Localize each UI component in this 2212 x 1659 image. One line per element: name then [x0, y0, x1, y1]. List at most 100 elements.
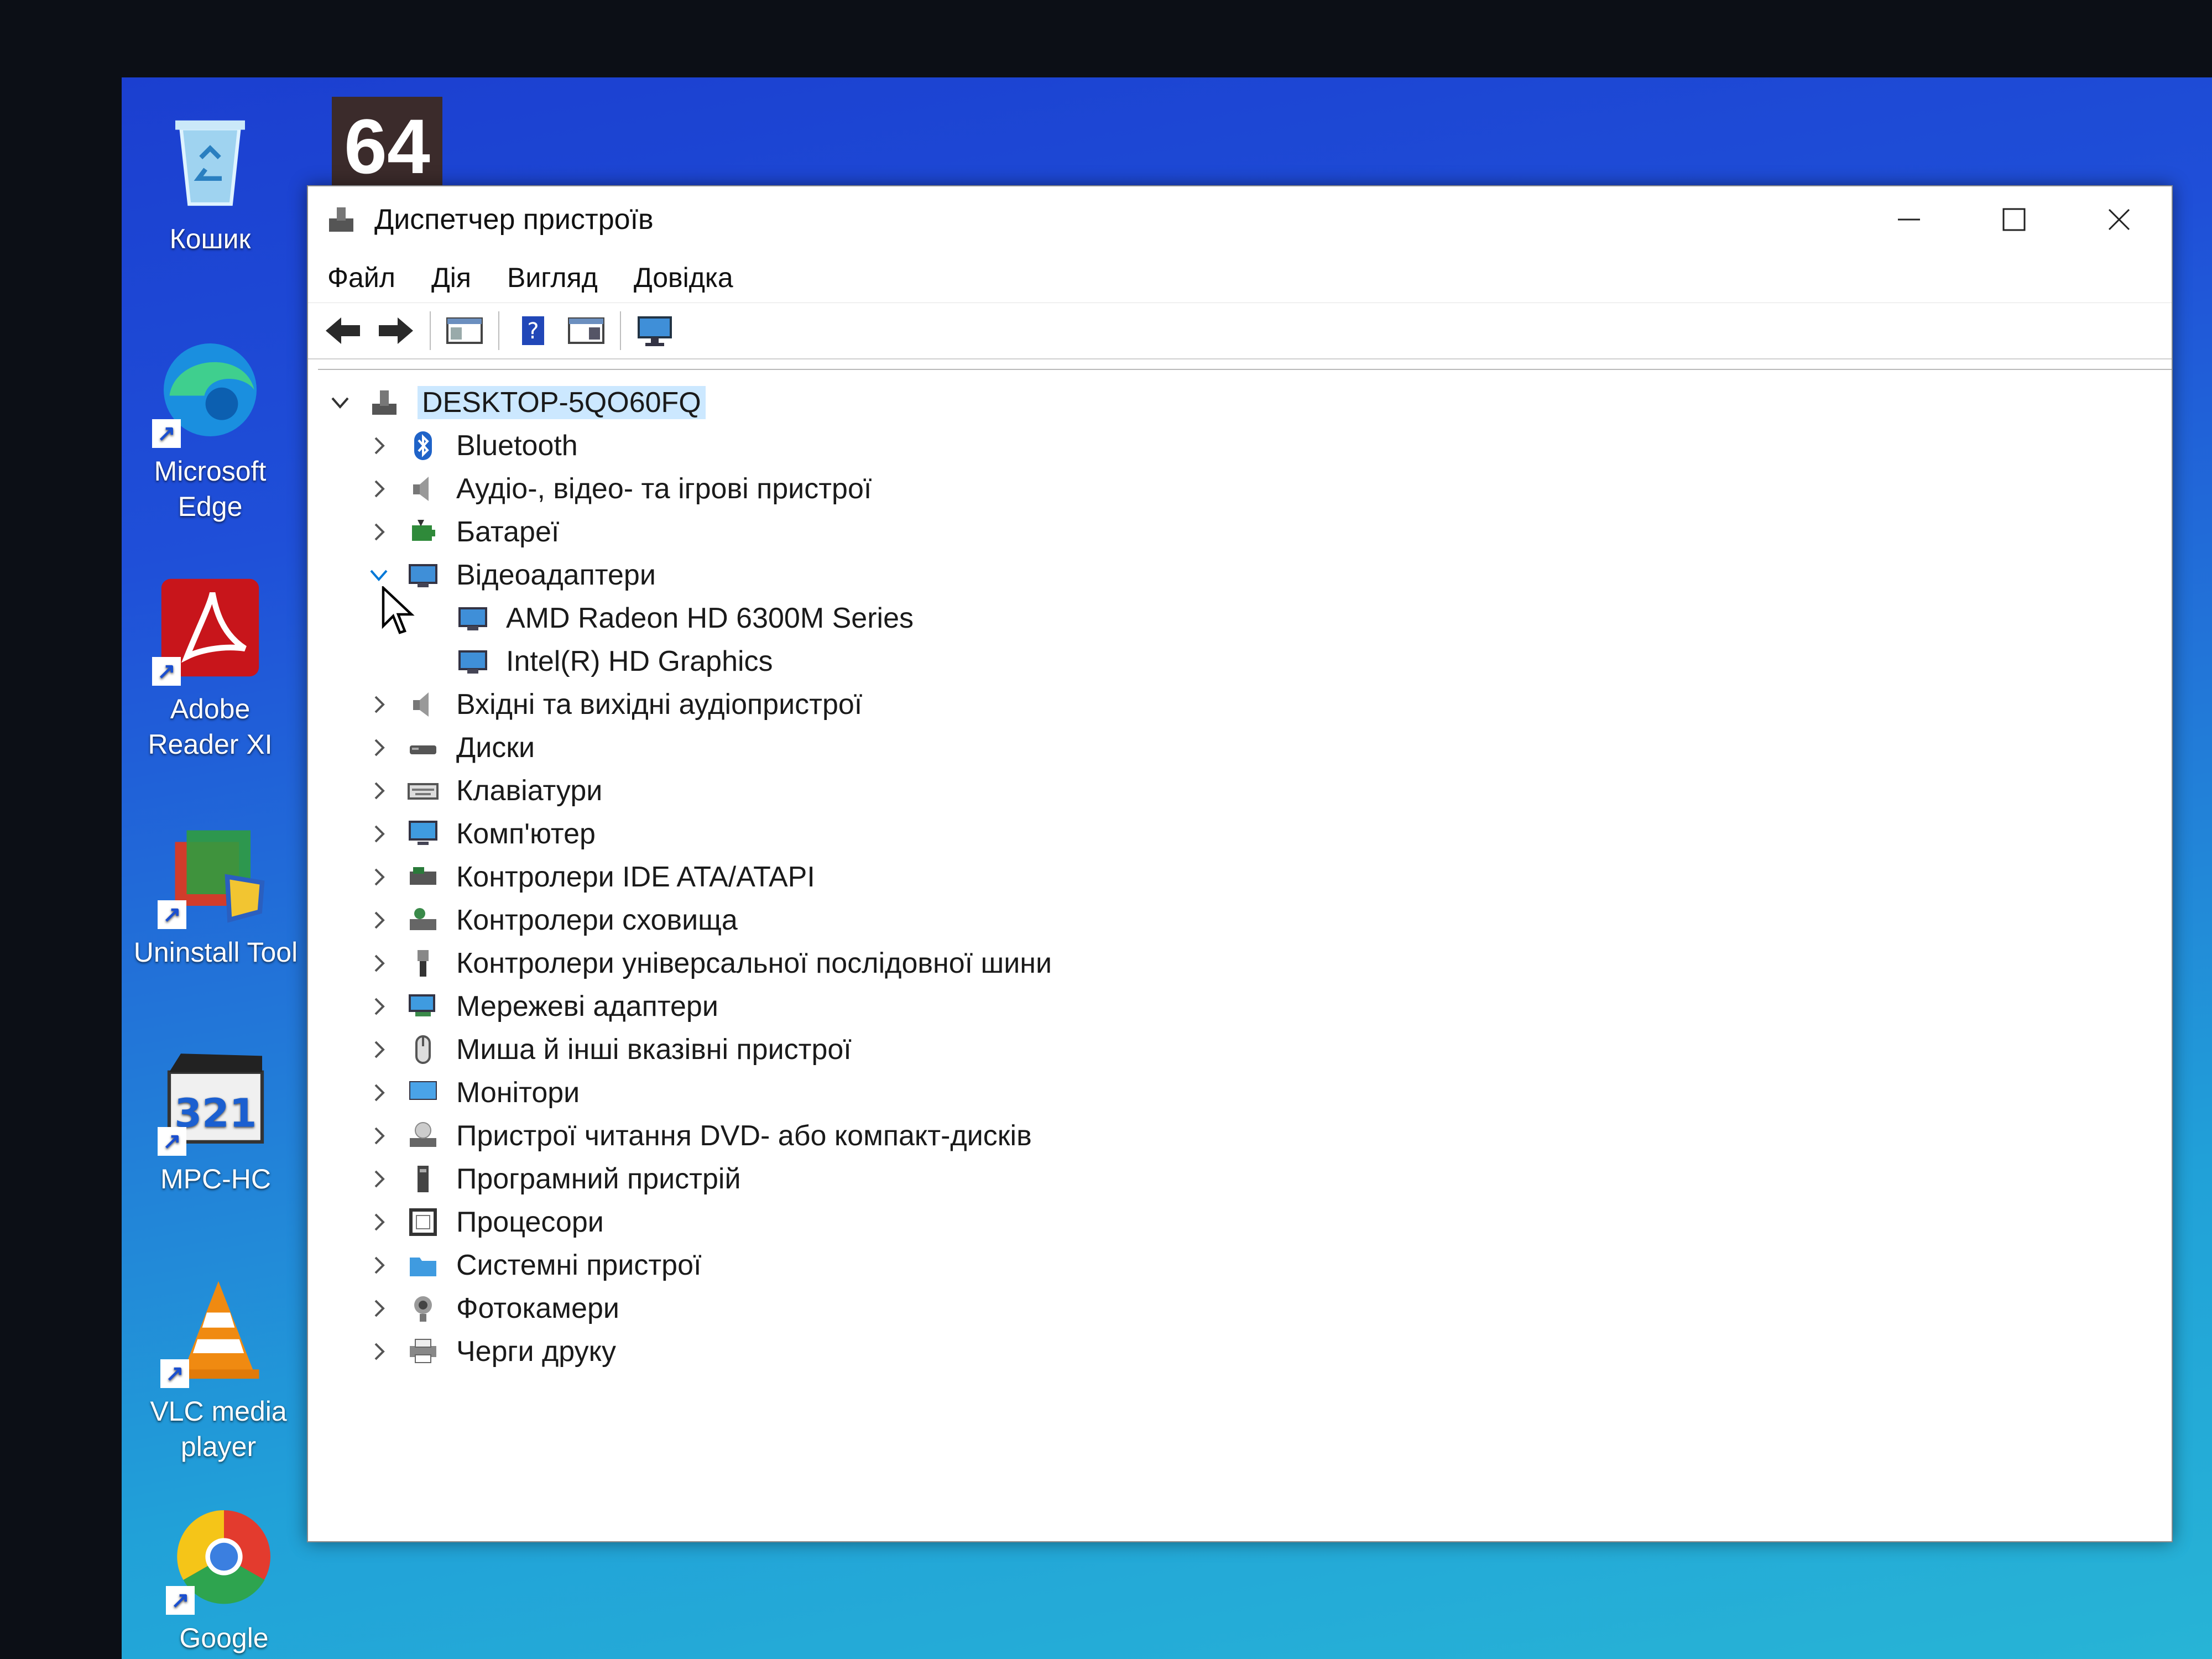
desktop-icon-label: Adobe Reader XI	[148, 693, 273, 760]
chevron-right-icon[interactable]	[362, 1292, 395, 1325]
usb-icon	[406, 947, 445, 980]
desktop-icon-adobe-reader[interactable]: ↗ Adobe Reader XI	[127, 570, 293, 762]
svg-text:321: 321	[175, 1091, 257, 1136]
toolbar-separator	[620, 311, 621, 350]
tree-category-label: Програмний пристрій	[456, 1163, 741, 1195]
tree-device[interactable]: AMD Radeon HD 6300M Series	[324, 597, 1052, 640]
tree-category[interactable]: Монітори	[324, 1071, 1052, 1114]
tree-category-label: Пристрої читання DVD- або компакт-дисків	[456, 1120, 1032, 1152]
close-button[interactable]	[2067, 186, 2172, 253]
tree-category[interactable]: Пристрої читання DVD- або компакт-дисків	[324, 1114, 1052, 1157]
tree-category[interactable]: Комп'ютер	[324, 812, 1052, 855]
chevron-right-icon[interactable]	[362, 429, 395, 462]
tree-category[interactable]: Bluetooth	[324, 424, 1052, 467]
toolbar: ?	[308, 303, 2172, 359]
tree-category-label: Вхідні та вихідні аудіопристрої	[456, 688, 863, 721]
monitor-icon	[406, 1076, 445, 1109]
tree-category-label: Диски	[456, 732, 535, 764]
chevron-right-icon[interactable]	[362, 774, 395, 807]
tree-category[interactable]: Мережеві адаптери	[324, 985, 1052, 1028]
tree-category-label: Фотокамери	[456, 1292, 619, 1324]
help-button[interactable]: ?	[509, 307, 557, 354]
tree-category-label: Контролери IDE ATA/ATAPI	[456, 861, 815, 893]
monitor-scan-icon	[638, 316, 672, 346]
desktop-icon-uninstall-tool[interactable]: ↗ Uninstall Tool	[133, 813, 299, 970]
tree-category-label: Монітори	[456, 1077, 580, 1109]
chevron-right-icon[interactable]	[362, 947, 395, 980]
toolbar-separator	[498, 311, 499, 350]
adobe-reader-icon: ↗	[152, 570, 268, 686]
tree-category[interactable]: Фотокамери	[324, 1287, 1052, 1330]
desktop-icon-google-chrome[interactable]: ↗ Google	[141, 1499, 307, 1656]
tree-category[interactable]: Миша й інші вказівні пристрої	[324, 1028, 1052, 1071]
tree-category-label: Мережеві адаптери	[456, 990, 718, 1022]
mouse-cursor-icon	[382, 586, 415, 634]
chevron-right-icon[interactable]	[362, 860, 395, 894]
desktop-icon-vlc[interactable]: ↗ VLC media player	[135, 1272, 301, 1464]
tree-category[interactable]: Системні пристрої	[324, 1244, 1052, 1287]
maximize-button[interactable]	[1961, 186, 2067, 253]
chevron-right-icon[interactable]	[362, 1206, 395, 1239]
tree-category[interactable]: Вхідні та вихідні аудіопристрої	[324, 683, 1052, 726]
network-adapter-icon	[406, 990, 445, 1023]
back-button[interactable]	[319, 307, 367, 354]
update-driver-button[interactable]	[562, 307, 610, 354]
chevron-right-icon[interactable]	[362, 1076, 395, 1109]
chevron-right-icon[interactable]	[362, 904, 395, 937]
tree-category-label: Контролери сховища	[456, 904, 738, 936]
tree-category[interactable]: Контролери сховища	[324, 899, 1052, 942]
scan-hardware-button[interactable]	[631, 307, 679, 354]
tree-category[interactable]: Контролери універсальної послідовної шин…	[324, 942, 1052, 985]
edge-icon: ↗	[152, 332, 268, 448]
tree-category-label: Клавіатури	[456, 775, 603, 807]
system-devices-icon	[406, 1249, 445, 1282]
menu-help[interactable]: Довідка	[634, 262, 733, 294]
tree-category[interactable]: Батареї	[324, 510, 1052, 554]
tree-root[interactable]: DESKTOP-5QO60FQ	[324, 381, 1052, 424]
chevron-right-icon[interactable]	[362, 472, 395, 505]
title-bar[interactable]: Диспетчер пристроїв	[308, 186, 2172, 253]
tree-category[interactable]: Контролери IDE ATA/ATAPI	[324, 855, 1052, 899]
desktop-icon-mpc-hc[interactable]: 321 ↗ MPC-HC	[133, 1040, 299, 1197]
chevron-right-icon[interactable]	[362, 1162, 395, 1196]
chevron-right-icon[interactable]	[362, 1033, 395, 1066]
chevron-right-icon[interactable]	[362, 817, 395, 851]
forward-button[interactable]	[372, 307, 420, 354]
minimize-button[interactable]	[1856, 186, 1961, 253]
chevron-right-icon[interactable]	[362, 990, 395, 1023]
chevron-down-icon[interactable]	[324, 386, 357, 419]
menu-file[interactable]: Файл	[327, 262, 395, 294]
tree-category[interactable]: Клавіатури	[324, 769, 1052, 812]
tree-category[interactable]: Черги друку	[324, 1330, 1052, 1373]
tree-device-label: Intel(R) HD Graphics	[506, 645, 773, 677]
minimize-icon	[1898, 218, 1920, 221]
tree-category[interactable]: Відеоадаптери	[324, 554, 1052, 597]
menu-view[interactable]: Вигляд	[507, 262, 598, 294]
chevron-right-icon[interactable]	[362, 1119, 395, 1152]
computer-tree-icon	[368, 386, 406, 419]
display-adapter-icon	[456, 602, 495, 635]
tree-category-label: Відеоадаптери	[456, 559, 656, 591]
tree-category-label: Контролери універсальної послідовної шин…	[456, 947, 1052, 979]
tree-category[interactable]: Диски	[324, 726, 1052, 769]
desktop-tile-64[interactable]: 64	[332, 97, 442, 190]
tree-device[interactable]: Intel(R) HD Graphics	[324, 640, 1052, 683]
uninstall-tool-icon: ↗	[158, 813, 274, 929]
desktop-icon-microsoft-edge[interactable]: ↗ Microsoft Edge	[127, 332, 293, 524]
tree-category[interactable]: Процесори	[324, 1201, 1052, 1244]
update-driver-icon	[568, 317, 604, 344]
mouse-icon	[406, 1033, 445, 1066]
properties-button[interactable]	[441, 307, 488, 354]
chevron-right-icon[interactable]	[362, 688, 395, 721]
desktop-icon-recycle-bin[interactable]: Кошик	[127, 100, 293, 257]
device-manager-window: Диспетчер пристроїв Файл Дія Вигляд Дові…	[307, 185, 2173, 1542]
menu-action[interactable]: Дія	[431, 262, 471, 294]
chevron-right-icon[interactable]	[362, 1335, 395, 1368]
toolbar-separator	[430, 311, 431, 350]
tree-category[interactable]: Програмний пристрій	[324, 1157, 1052, 1201]
chevron-right-icon[interactable]	[362, 1249, 395, 1282]
chevron-right-icon[interactable]	[362, 515, 395, 549]
desktop-icon-label: MPC-HC	[160, 1164, 271, 1194]
chevron-right-icon[interactable]	[362, 731, 395, 764]
tree-category[interactable]: Аудіо-, відео- та ігрові пристрої	[324, 467, 1052, 510]
